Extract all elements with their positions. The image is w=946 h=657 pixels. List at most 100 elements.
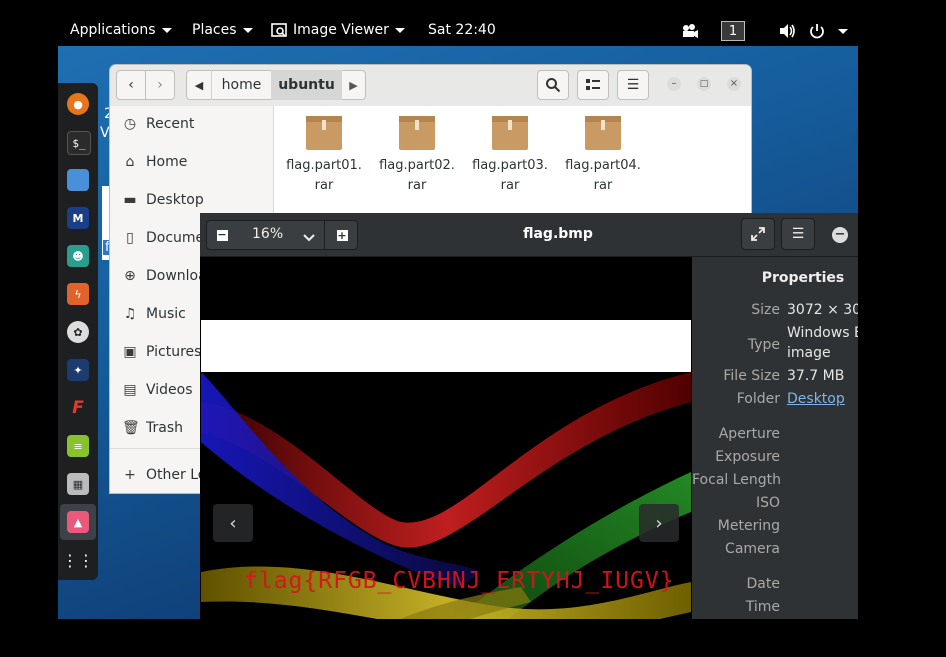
sidebar-item-label: Pictures — [146, 344, 202, 360]
filesize-label: File Size — [723, 368, 780, 384]
sidebar-item-home[interactable]: ⌂ Home — [122, 150, 188, 174]
home-icon: ⌂ — [125, 154, 135, 170]
system-menu[interactable] — [778, 23, 848, 39]
chevron-right-icon: › — [655, 512, 663, 534]
file-item[interactable]: flag.part02. rar — [372, 106, 462, 196]
clock-icon: ◷ — [123, 116, 137, 132]
next-image-button[interactable]: › — [639, 504, 679, 542]
type-value-line2: image — [787, 345, 831, 361]
camera-label: Camera — [725, 541, 780, 557]
path-right-arrow-icon[interactable]: ▶ — [342, 70, 365, 100]
minimize-icon[interactable]: − — [832, 227, 848, 243]
files-icon[interactable] — [67, 169, 89, 191]
sidebar-item-videos[interactable]: ▤ Videos — [122, 378, 193, 402]
search-button[interactable] — [537, 70, 569, 100]
metering-label: Metering — [717, 518, 780, 534]
workspace-indicator[interactable]: 1 — [721, 21, 745, 41]
path-ubuntu[interactable]: ubuntu — [271, 70, 342, 100]
menu-button[interactable]: ☰ — [781, 218, 815, 250]
file-name: flag.part01. — [286, 158, 362, 173]
path-home[interactable]: home — [211, 70, 271, 100]
folder-icon: ▬ — [123, 192, 137, 208]
sidebar-item-label: Trash — [146, 420, 183, 436]
notes-icon[interactable]: ≡ — [67, 435, 89, 457]
sidebar-item-documents[interactable]: ▯ Docume — [122, 226, 204, 250]
sidebar-item-label: Music — [146, 306, 186, 322]
sidebar-item-recent[interactable]: ◷ Recent — [122, 112, 195, 136]
chevron-left-icon: ‹ — [128, 77, 134, 93]
video-icon: ▤ — [123, 382, 137, 398]
video-camera-icon[interactable] — [681, 23, 699, 39]
sidebar-item-music[interactable]: ♫ Music — [122, 302, 186, 326]
hamburger-icon: ☰ — [791, 226, 805, 242]
metasploit-icon[interactable]: M — [67, 207, 89, 229]
sidebar-item-label: Desktop — [146, 192, 204, 208]
date-label: Date — [746, 576, 780, 592]
size-label: Size — [751, 302, 780, 318]
image-canvas: flag{RFGB_CVBHNJ_ERTYHJ_IUGV} ‹ › — [200, 257, 692, 619]
fullscreen-icon — [751, 227, 765, 241]
power-icon — [810, 24, 824, 39]
terminal-icon[interactable]: $_ — [67, 131, 91, 155]
forward-button[interactable]: › — [145, 70, 175, 100]
sidebar-item-pictures[interactable]: ▣ Pictures — [122, 340, 201, 364]
file-name-ext: rar — [407, 178, 427, 193]
image-viewer-window: − 16% + flag.bmp ☰ − flag{RFGB_CVBHNJ_ER… — [200, 213, 858, 619]
file-item[interactable]: flag.part04. rar — [558, 106, 648, 196]
burpsuite-icon[interactable]: ϟ — [67, 283, 89, 305]
clock[interactable]: Sat 22:40 — [428, 22, 496, 38]
exposure-label: Exposure — [715, 449, 780, 465]
menu-button[interactable]: ☰ — [617, 70, 649, 100]
sidebar-item-label: Videos — [146, 382, 193, 398]
view-toggle-button[interactable] — [577, 70, 609, 100]
sidebar-item-label: Downloa — [146, 268, 207, 284]
file-name-ext: rar — [500, 178, 520, 193]
minimize-icon[interactable]: – — [667, 77, 681, 91]
faraday-icon[interactable]: F — [67, 397, 89, 419]
fullscreen-button[interactable] — [741, 218, 775, 250]
maltego-icon[interactable]: ✦ — [67, 359, 89, 381]
armitage-icon[interactable]: ☻ — [67, 245, 89, 267]
show-apps-icon[interactable]: ⋮⋮ — [62, 549, 94, 571]
places-menu[interactable]: Places — [192, 22, 253, 38]
files-headerbar: ‹ › ◀ home ubuntu ▶ ☰ – □ × — [110, 65, 751, 107]
archive-icon — [585, 116, 621, 150]
file-name: flag.part02. — [379, 158, 455, 173]
places-label: Places — [192, 22, 237, 38]
image-art: flag{RFGB_CVBHNJ_ERTYHJ_IUGV} — [201, 372, 691, 619]
sidebar-item-downloads[interactable]: ⊕ Downloa — [122, 264, 207, 288]
close-icon[interactable]: × — [727, 77, 741, 91]
archive-icon — [306, 116, 342, 150]
app-menu[interactable]: Image Viewer — [271, 22, 405, 38]
image-viewer-dock-icon[interactable]: ▲ — [67, 511, 89, 533]
keyboard-icon[interactable]: ▦ — [67, 473, 89, 495]
file-item[interactable]: flag.part03. rar — [465, 106, 555, 196]
chevron-down-icon — [394, 27, 405, 33]
time-label: Time — [745, 599, 780, 615]
back-button[interactable]: ‹ — [116, 70, 146, 100]
app-name-label: Image Viewer — [293, 22, 389, 38]
hamburger-icon: ☰ — [626, 77, 640, 93]
aperture-label: Aperture — [718, 426, 780, 442]
previous-image-button[interactable]: ‹ — [213, 504, 253, 542]
maximize-icon[interactable]: □ — [697, 77, 711, 91]
firefox-icon[interactable]: ● — [67, 93, 89, 115]
file-name: flag.part04. — [565, 158, 641, 173]
desktop-icon-label: V — [100, 125, 110, 141]
applications-label: Applications — [70, 22, 156, 38]
sidebar-item-label: Home — [146, 154, 188, 170]
chevron-down-icon — [242, 27, 253, 33]
image-viewer-icon — [271, 23, 287, 37]
sidebar-item-other-locations[interactable]: + Other Lo — [122, 463, 206, 487]
folder-link[interactable]: Desktop — [787, 391, 845, 407]
sidebar-item-label: Other Lo — [146, 467, 207, 483]
list-view-icon — [586, 79, 600, 90]
applications-menu[interactable]: Applications — [70, 22, 172, 38]
type-label: Type — [747, 337, 780, 353]
file-name: flag.part03. — [472, 158, 548, 173]
sidebar-item-desktop[interactable]: ▬ Desktop — [122, 188, 204, 212]
color-circle-icon[interactable]: ✿ — [67, 321, 89, 343]
file-item[interactable]: flag.part01. rar — [279, 106, 369, 196]
sidebar-item-trash[interactable]: 🗑 Trash — [122, 416, 183, 440]
path-left-arrow-icon[interactable]: ◀ — [187, 70, 211, 100]
